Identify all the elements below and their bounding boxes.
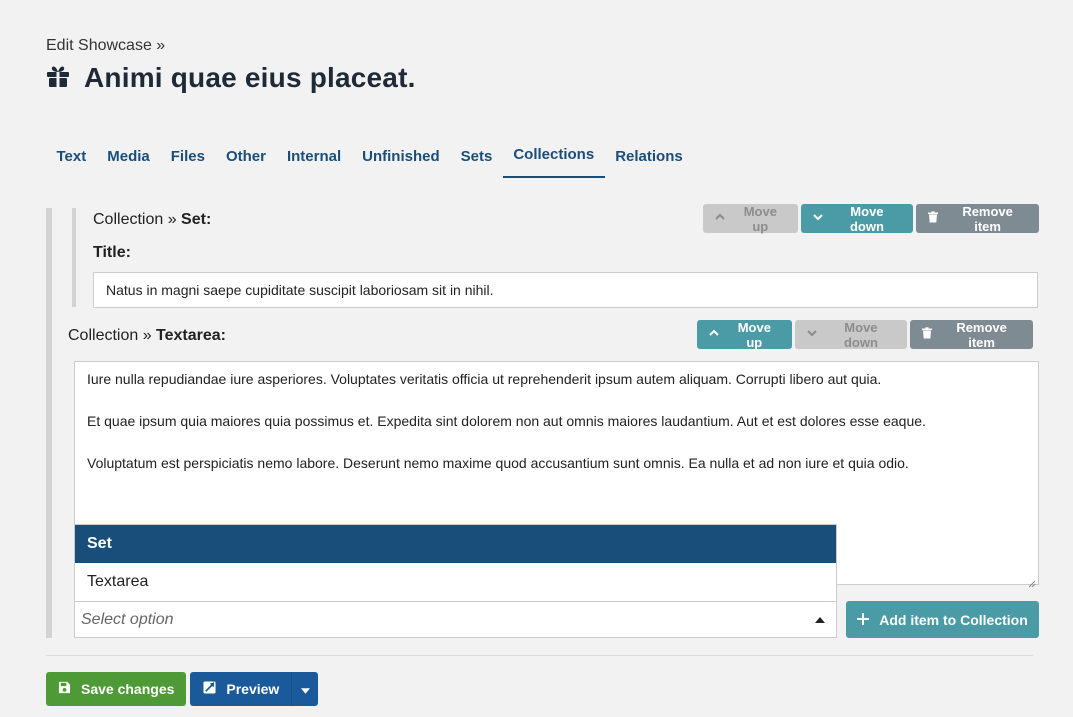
item-actions: Move up Move down Remove item xyxy=(697,319,1033,350)
chevron-up-icon xyxy=(714,211,726,226)
preview-icon xyxy=(203,681,216,697)
remove-item-button[interactable]: Remove item xyxy=(916,203,1039,234)
collection-prefix: Collection » xyxy=(68,327,157,344)
save-label: Save changes xyxy=(81,681,175,697)
select-placeholder: Select option xyxy=(81,610,174,628)
move-up-label: Move up xyxy=(743,203,777,234)
title-field-label: Title: xyxy=(93,244,131,261)
add-item-button[interactable]: Add item to Collection xyxy=(846,601,1039,638)
preview-button[interactable]: Preview xyxy=(190,672,292,706)
collection-item-set: Collection » Set: Move up Move down Remo… xyxy=(72,204,1039,308)
move-down-button[interactable]: Move down xyxy=(800,203,914,234)
collection-prefix: Collection » xyxy=(93,211,182,228)
item-type-select[interactable]: Select option xyxy=(74,601,837,638)
remove-item-label: Remove item xyxy=(956,319,1007,350)
trash-icon xyxy=(927,211,939,226)
tab-media[interactable]: Media xyxy=(97,138,161,178)
page-title: Animi quae eius placeat. xyxy=(84,62,416,93)
collection-item-heading: Collection » Textarea: xyxy=(68,327,226,345)
divider xyxy=(46,655,1033,656)
tab-collections[interactable]: Collections xyxy=(502,138,605,178)
move-down-label: Move down xyxy=(849,203,884,234)
remove-item-button[interactable]: Remove item xyxy=(910,319,1033,350)
collection-editor: Collection » Set: Move up Move down Remo… xyxy=(46,204,1039,638)
tab-internal[interactable]: Internal xyxy=(276,138,351,178)
tab-other[interactable]: Other xyxy=(215,138,276,178)
move-up-button[interactable]: Move up xyxy=(697,319,792,350)
tab-unfinished[interactable]: Unfinished xyxy=(352,138,451,178)
title-input[interactable]: Natus in magni saepe cupiditate suscipit… xyxy=(93,272,1038,308)
preview-dropdown-toggle[interactable] xyxy=(291,672,319,706)
resize-grip-icon[interactable] xyxy=(1028,574,1036,588)
caret-up-icon xyxy=(810,610,830,630)
collection-item-type: Textarea: xyxy=(156,327,227,344)
textarea-paragraph: Iure nulla repudiandae iure asperiores. … xyxy=(87,371,882,387)
caret-down-icon xyxy=(300,682,310,697)
tab-files[interactable]: Files xyxy=(160,138,215,178)
move-up-button[interactable]: Move up xyxy=(703,203,798,234)
breadcrumb[interactable]: Edit Showcase » xyxy=(46,37,165,55)
save-icon xyxy=(58,681,71,697)
chevron-down-icon xyxy=(806,327,818,342)
tab-text[interactable]: Text xyxy=(46,138,97,178)
move-down-label: Move down xyxy=(843,319,878,350)
collection-item-heading: Collection » Set: xyxy=(93,211,211,229)
textarea-paragraph: Voluptatum est perspiciatis nemo labore.… xyxy=(87,455,909,471)
page-header: Animi quae eius placeat. xyxy=(46,62,416,94)
preview-split-button: Preview xyxy=(190,672,319,706)
move-down-button[interactable]: Move down xyxy=(794,319,908,350)
add-item-label: Add item to Collection xyxy=(879,611,1028,628)
option-dropdown-menu: Set Textarea xyxy=(74,524,837,601)
remove-item-label: Remove item xyxy=(962,203,1013,234)
form-actions: Save changes Preview xyxy=(46,672,319,706)
dropdown-option-set[interactable]: Set xyxy=(75,525,836,563)
save-changes-button[interactable]: Save changes xyxy=(46,672,187,706)
chevron-down-icon xyxy=(812,211,824,226)
plus-icon xyxy=(857,612,870,628)
tab-relations[interactable]: Relations xyxy=(605,138,694,178)
tab-bar: Text Media Files Other Internal Unfinish… xyxy=(46,138,693,178)
textarea-paragraph: Et quae ipsum quia maiores quia possimus… xyxy=(87,413,926,429)
collection-item-type: Set: xyxy=(181,211,212,228)
tab-sets[interactable]: Sets xyxy=(450,138,503,178)
move-up-label: Move up xyxy=(737,319,771,350)
dropdown-option-textarea[interactable]: Textarea xyxy=(75,563,836,601)
chevron-up-icon xyxy=(708,327,720,342)
preview-label: Preview xyxy=(226,681,280,697)
gift-icon xyxy=(46,64,70,93)
trash-icon xyxy=(921,327,933,342)
item-actions: Move up Move down Remove item xyxy=(703,203,1039,234)
